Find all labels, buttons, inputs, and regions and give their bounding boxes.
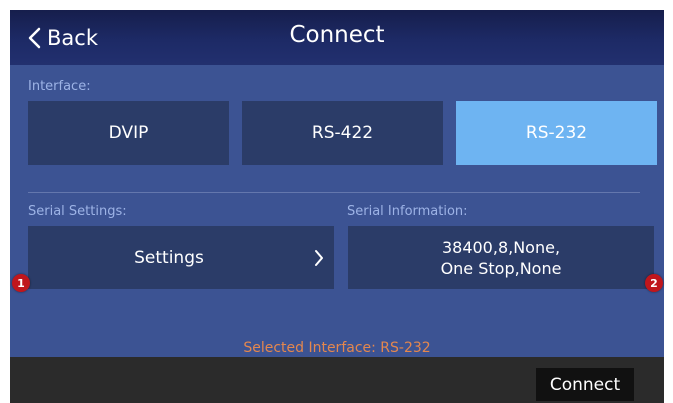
page-title: Connect — [289, 22, 385, 48]
serial-settings-button-label: Settings — [134, 247, 204, 268]
serial-settings-label: Serial Settings: — [28, 204, 127, 219]
interface-dvip-button[interactable]: DVIP — [28, 101, 229, 165]
serial-info-line-1: 38400,8,None, — [441, 237, 561, 257]
interface-rs422-button[interactable]: RS-422 — [242, 101, 443, 165]
footer-bar: Connect — [10, 357, 664, 403]
serial-settings-button[interactable]: Settings — [28, 226, 334, 289]
annotation-marker-2: 2 — [645, 274, 663, 292]
selected-interface-status: Selected Interface: RS-232 — [243, 340, 431, 356]
connect-screen: Back Connect Interface: DVIP RS-422 RS-2… — [10, 10, 664, 403]
main-panel: Interface: DVIP RS-422 RS-232 Serial Set… — [10, 65, 664, 357]
section-divider — [28, 192, 640, 193]
connect-button[interactable]: Connect — [536, 368, 634, 401]
chevron-right-icon — [315, 250, 323, 266]
annotation-marker-1: 1 — [12, 274, 30, 292]
serial-information-label: Serial Information: — [347, 204, 468, 219]
serial-info-line-2: One Stop,None — [440, 258, 562, 278]
interface-label: Interface: — [28, 79, 91, 94]
serial-information-display: 38400,8,None, One Stop,None — [348, 226, 654, 289]
header-bar: Back Connect — [10, 10, 664, 65]
interface-rs232-button[interactable]: RS-232 — [456, 101, 657, 165]
